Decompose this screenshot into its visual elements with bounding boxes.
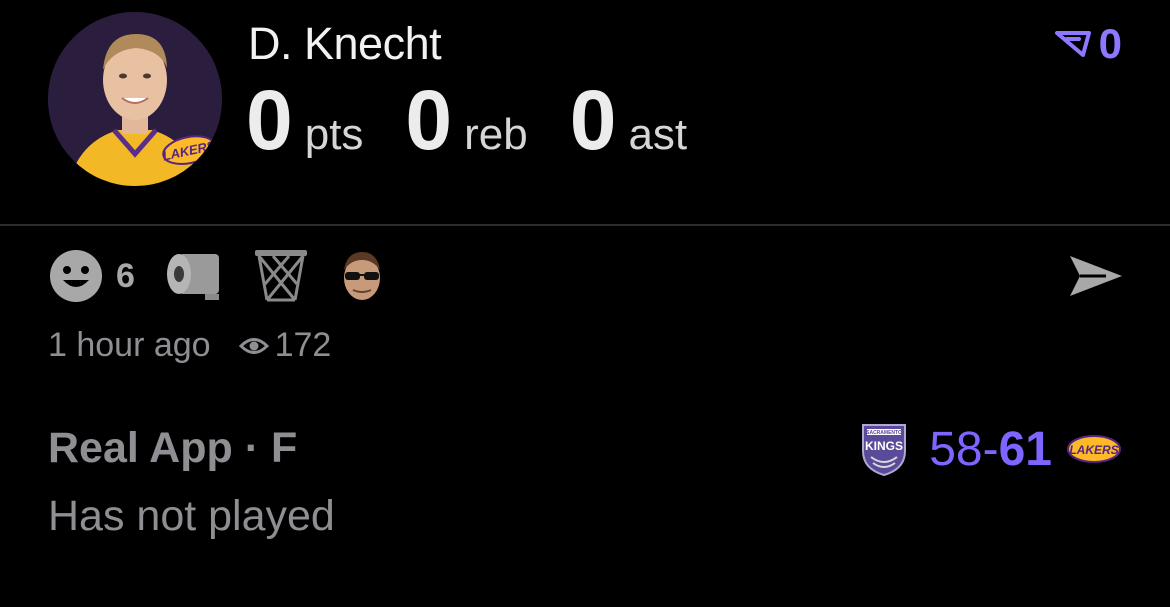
kings-logo-text: KINGS bbox=[865, 439, 903, 453]
reaction-toilet-paper[interactable] bbox=[165, 250, 223, 302]
vote-counter[interactable]: 0 bbox=[1053, 20, 1122, 68]
vote-arrow-icon bbox=[1054, 31, 1091, 57]
game-score[interactable]: SACRAMENTO KINGS 58-61 LAKERS bbox=[859, 418, 1122, 480]
send-arrow-icon bbox=[1070, 256, 1122, 296]
basketball-net-icon bbox=[254, 250, 307, 302]
assists-value: 0 bbox=[569, 73, 617, 167]
view-count-value: 172 bbox=[274, 326, 332, 364]
reaction-smiley[interactable]: 6 bbox=[48, 248, 135, 304]
points-value: 0 bbox=[246, 73, 293, 167]
rebounds-label: reb bbox=[464, 110, 528, 159]
source-label: Real App · F bbox=[48, 424, 298, 472]
lakers-logo-icon: LAKERS bbox=[1067, 435, 1121, 463]
toilet-paper-icon bbox=[166, 254, 219, 300]
played-status: Has not played bbox=[48, 492, 335, 540]
stat-line: 0 pts 0 reb 0 ast bbox=[246, 78, 687, 162]
player-avatar[interactable]: LAKERS bbox=[48, 12, 222, 186]
eye-icon bbox=[238, 337, 269, 354]
vote-count: 0 bbox=[1098, 20, 1122, 67]
kings-logo-icon: SACRAMENTO KINGS bbox=[862, 424, 907, 477]
share-button[interactable] bbox=[1068, 252, 1124, 300]
reaction-bar: 6 bbox=[48, 248, 415, 304]
post-card: LAKERS D. Knecht 0 pts 0 reb 0 ast 0 6 1… bbox=[0, 0, 1170, 607]
score-text: 58-61 bbox=[929, 422, 1052, 477]
player-name[interactable]: D. Knecht bbox=[248, 18, 442, 70]
smiley-face-icon bbox=[50, 250, 102, 302]
score-separator: - bbox=[982, 422, 999, 476]
rebounds-value: 0 bbox=[405, 73, 453, 167]
timestamp: 1 hour ago bbox=[48, 326, 211, 364]
view-count: 172 bbox=[238, 326, 332, 365]
away-score: 58 bbox=[929, 422, 983, 476]
assists-label: ast bbox=[628, 110, 688, 159]
home-score: 61 bbox=[998, 422, 1052, 476]
player-headshot-icon: LAKERS bbox=[48, 12, 222, 186]
reaction-count: 6 bbox=[116, 256, 135, 295]
post-meta: 1 hour ago 172 bbox=[48, 326, 331, 365]
lakers-logo-text: LAKERS bbox=[1069, 443, 1118, 457]
section-divider bbox=[0, 224, 1170, 226]
sunglasses-face-icon bbox=[343, 252, 380, 300]
kings-logo-top-text: SACRAMENTO bbox=[866, 430, 902, 436]
reaction-sunglasses-face[interactable] bbox=[339, 248, 385, 304]
reaction-basketball-net[interactable] bbox=[253, 248, 309, 304]
points-label: pts bbox=[304, 110, 364, 159]
